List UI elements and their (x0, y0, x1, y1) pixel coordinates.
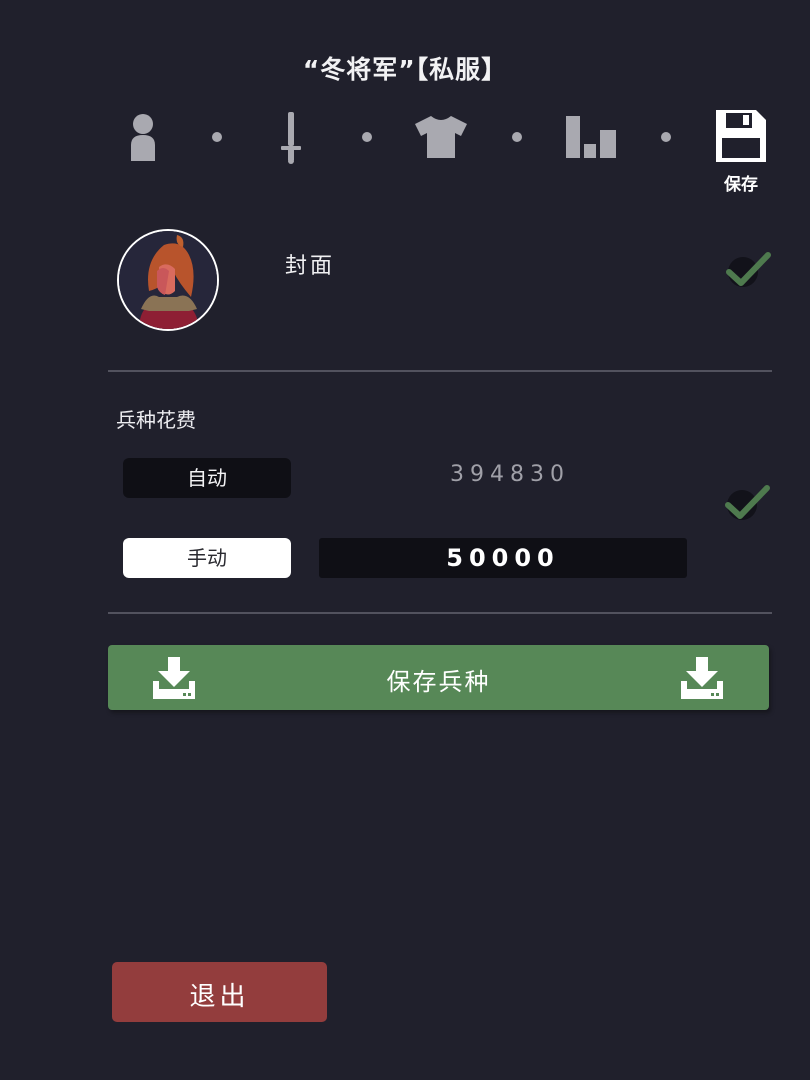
cost-checkmark-icon[interactable] (722, 483, 770, 523)
download-icon (681, 657, 723, 699)
exit-button[interactable]: 退出 (112, 962, 327, 1022)
page-title: “冬将军”【私服】 (302, 55, 508, 84)
divider (108, 370, 772, 372)
save-step-label: 保存 (724, 175, 758, 195)
step-separator-dot (362, 132, 372, 142)
person-icon[interactable] (129, 113, 157, 161)
character-portrait-icon (119, 231, 217, 329)
step-separator-dot (661, 132, 671, 142)
auto-cost-button[interactable]: 自动 (123, 458, 291, 498)
manual-cost-input[interactable] (319, 538, 687, 578)
cover-checkmark-icon[interactable] (723, 250, 771, 290)
divider (108, 612, 772, 614)
avatar[interactable] (117, 229, 219, 331)
step-separator-dot (212, 132, 222, 142)
shirt-icon[interactable] (415, 116, 467, 158)
unit-cost-heading: 兵种花费 (116, 408, 196, 432)
step-separator-dot (512, 132, 522, 142)
save-unit-button[interactable]: 保存兵种 (108, 645, 769, 710)
cover-label: 封面 (285, 254, 336, 279)
exit-label: 退出 (189, 982, 250, 1012)
save-unit-label: 保存兵种 (386, 668, 491, 696)
sword-icon[interactable] (280, 112, 302, 164)
manual-cost-button[interactable]: 手动 (123, 538, 291, 578)
auto-cost-value: 394830 (450, 462, 570, 487)
floppy-disk-icon (716, 110, 766, 162)
stats-bars-icon[interactable] (566, 116, 616, 158)
